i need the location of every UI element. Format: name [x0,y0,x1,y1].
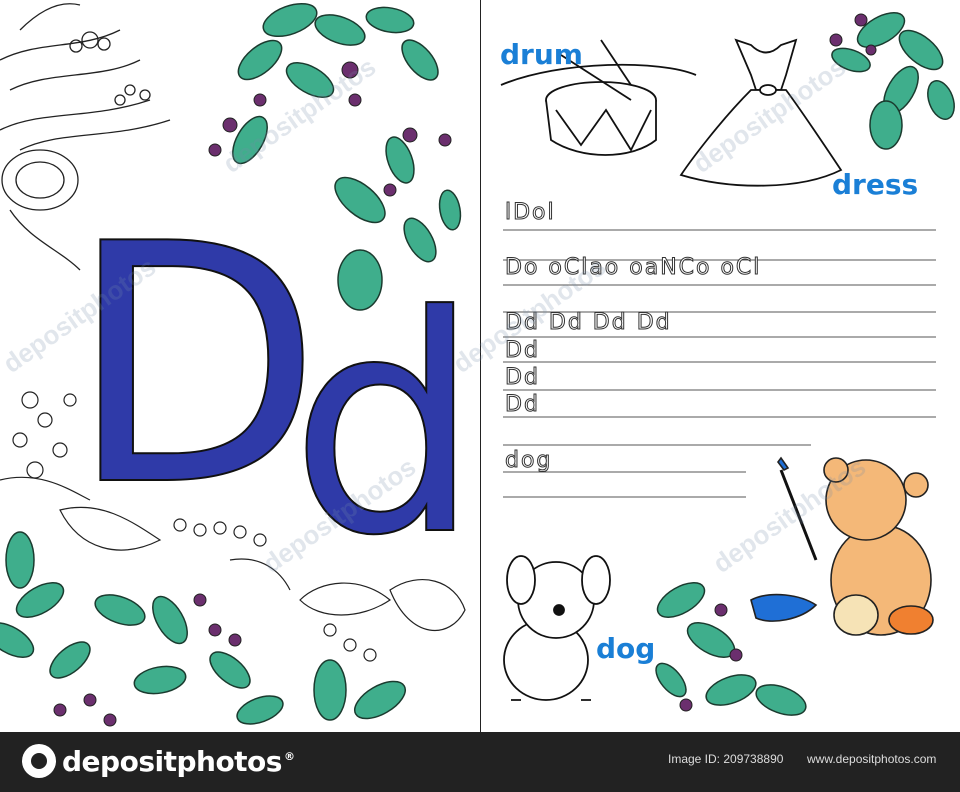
big-letter-D: D [68,174,322,558]
depositphotos-logo: depositphotos ® [22,744,295,778]
big-letter-d: d [290,252,480,601]
left-page-illustration: D d [0,2,480,727]
word-dog: dog [596,632,656,665]
word-dress: dress [832,168,919,201]
trace-row-5: Dd [505,365,540,391]
trace-row-7: dog [504,448,553,474]
site-url: www.depositphotos.com [807,752,937,766]
right-page-illustration [500,12,955,716]
footer-bar: depositphotos ® Image ID: 209738890 www.d… [0,732,960,792]
bear-drawing [750,456,934,636]
trace-row-1: lDol [505,200,556,226]
dog-drawing [503,555,611,701]
worksheet-page: D d drum dress dog lDol Do oClao oaNCo o… [0,0,960,732]
trace-row-2: Do oClao oaNCo oCl [504,255,762,281]
trace-row-6: Dd [505,392,540,418]
trace-row-4: Dd [505,338,540,364]
word-drum: drum [500,38,583,71]
trace-row-3: Dd Dd Dd Dd [505,310,672,336]
dress-drawing [679,38,843,187]
image-id: Image ID: 209738890 [668,752,784,766]
leaf-branch-top-right [831,12,955,150]
depositphotos-logo-icon [22,744,56,778]
logo-text: depositphotos ® [62,744,295,778]
